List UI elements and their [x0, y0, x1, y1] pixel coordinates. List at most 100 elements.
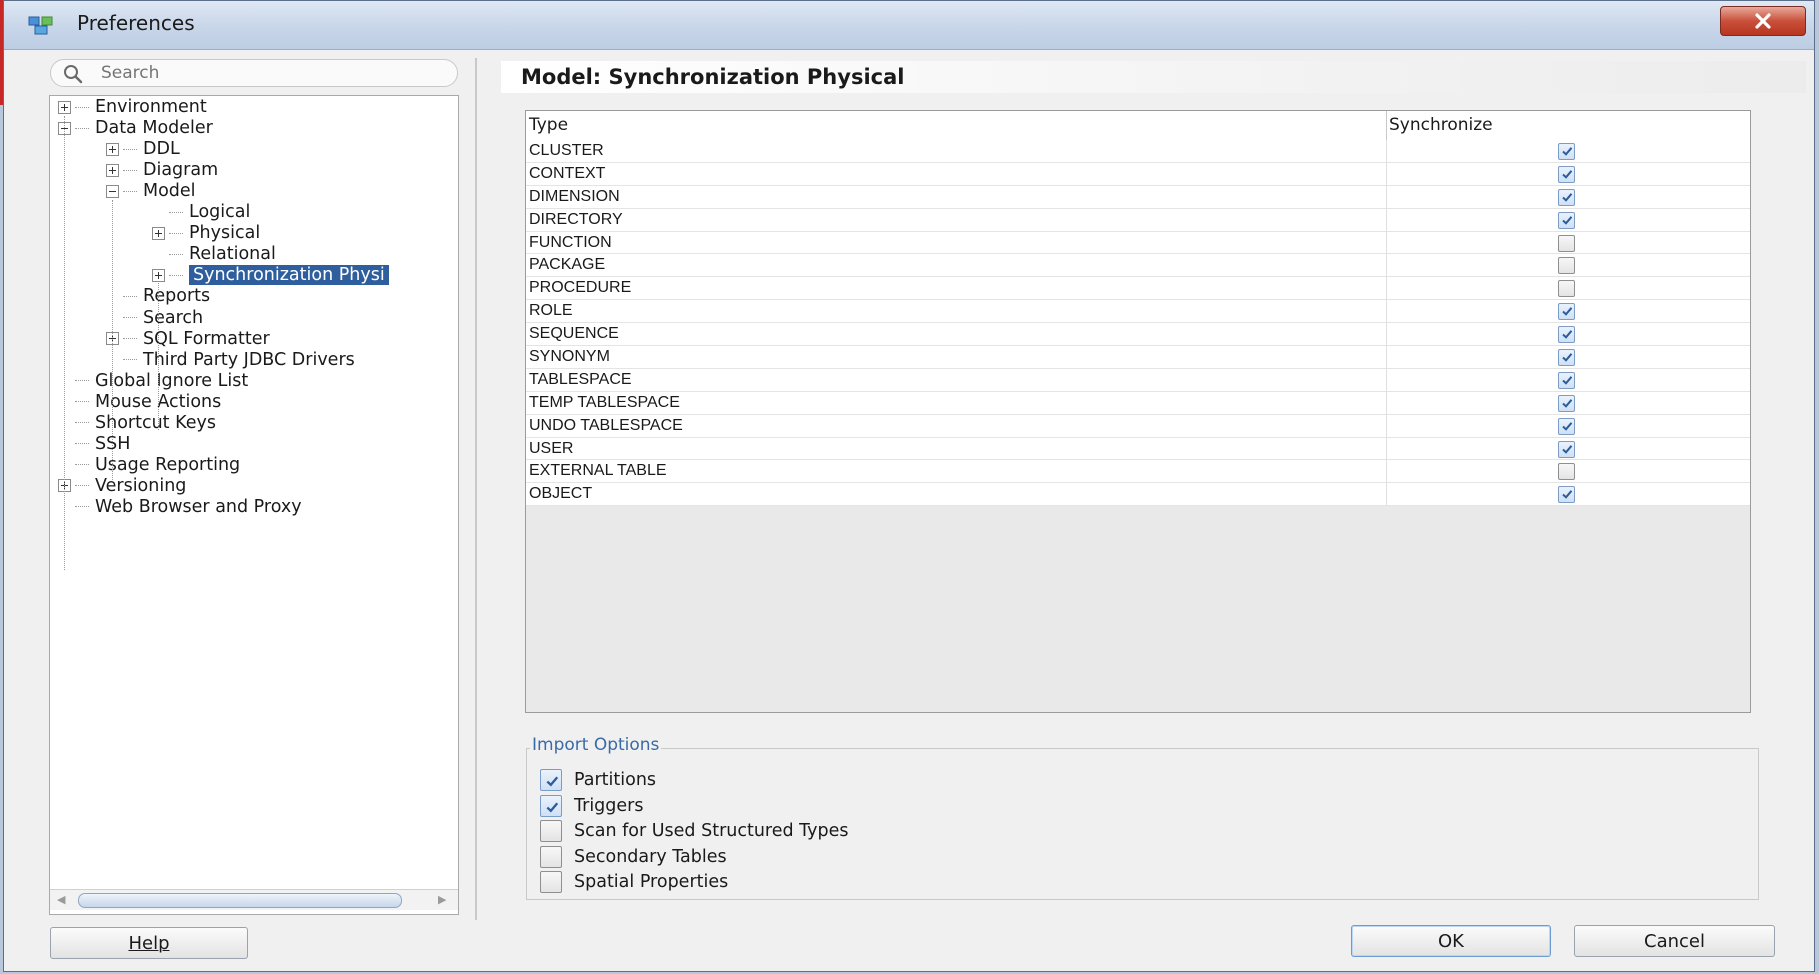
- table-row[interactable]: EXTERNAL TABLE: [526, 460, 1750, 484]
- synchronize-checkbox[interactable]: [1558, 188, 1575, 206]
- type-cell: USER: [529, 439, 574, 457]
- panel-divider[interactable]: [475, 58, 477, 920]
- import-option-partitions[interactable]: Partitions: [540, 769, 656, 791]
- tree-item-ssh[interactable]: SSH: [58, 433, 130, 455]
- tree-connector: [123, 148, 137, 150]
- tree-item-synchronization-physi[interactable]: Synchronization Physi: [152, 264, 389, 286]
- expand-icon[interactable]: [58, 100, 71, 114]
- ok-button[interactable]: OK: [1351, 925, 1551, 957]
- import-option-triggers[interactable]: Triggers: [540, 794, 643, 817]
- table-row[interactable]: DIMENSION: [526, 185, 1750, 209]
- synchronize-checkbox[interactable]: [1558, 394, 1575, 412]
- table-row[interactable]: PACKAGE: [526, 254, 1750, 278]
- tree-item-third-party-jdbc-drivers[interactable]: Third Party JDBC Drivers: [106, 349, 355, 371]
- tree-item-environment[interactable]: Environment: [58, 96, 207, 118]
- tree-connector: [123, 359, 137, 361]
- table-row[interactable]: OBJECT: [526, 483, 1750, 507]
- option-checkbox[interactable]: [540, 871, 562, 894]
- option-label: Scan for Used Structured Types: [574, 821, 849, 842]
- table-row[interactable]: UNDO TABLESPACE: [526, 414, 1750, 438]
- tree-horizontal-scrollbar[interactable]: ◀ ▶: [50, 889, 458, 910]
- table-row[interactable]: SYNONYM: [526, 346, 1750, 369]
- table-row[interactable]: TEMP TABLESPACE: [526, 391, 1750, 415]
- table-header: Type Synchronize: [526, 111, 1750, 141]
- synchronize-checkbox[interactable]: [1558, 440, 1575, 458]
- type-cell: SYNONYM: [529, 348, 610, 366]
- table-row[interactable]: CLUSTER: [526, 140, 1750, 163]
- type-cell: PACKAGE: [529, 256, 606, 274]
- synchronize-checkbox[interactable]: [1558, 234, 1575, 252]
- checkmark-icon: [546, 802, 559, 813]
- synchronize-checkbox[interactable]: [1558, 349, 1575, 367]
- synchronize-checkbox[interactable]: [1558, 326, 1575, 344]
- synchronize-checkbox[interactable]: [1558, 257, 1575, 275]
- scrollbar-thumb[interactable]: [78, 893, 402, 908]
- cell-divider: [1386, 437, 1387, 460]
- tree-item-global-ignore-list[interactable]: Global Ignore List: [58, 370, 248, 392]
- import-option-scan-for-used-structured-types[interactable]: Scan for Used Structured Types: [540, 820, 849, 843]
- expand-icon[interactable]: [152, 226, 165, 240]
- tree-item-web-browser-and-proxy[interactable]: Web Browser and Proxy: [58, 496, 302, 518]
- tree-connector: [169, 211, 183, 213]
- synchronize-checkbox[interactable]: [1558, 280, 1575, 298]
- column-divider[interactable]: [1386, 111, 1387, 140]
- close-button[interactable]: [1720, 6, 1806, 36]
- table-row[interactable]: TABLESPACE: [526, 368, 1750, 392]
- column-header-type[interactable]: Type: [529, 115, 568, 135]
- synchronize-checkbox[interactable]: [1558, 165, 1575, 183]
- tree-item-versioning[interactable]: Versioning: [58, 475, 186, 497]
- synchronize-checkbox[interactable]: [1558, 303, 1575, 321]
- synchronize-checkbox[interactable]: [1558, 211, 1575, 229]
- option-checkbox[interactable]: [540, 820, 562, 843]
- cell-divider: [1386, 140, 1387, 162]
- expand-icon[interactable]: [106, 163, 119, 177]
- search-input[interactable]: [101, 62, 441, 84]
- scroll-right-icon[interactable]: ▶: [438, 893, 446, 906]
- expand-icon[interactable]: [106, 142, 119, 156]
- tree-item-relational[interactable]: Relational: [152, 243, 276, 265]
- synchronize-checkbox[interactable]: [1558, 143, 1575, 160]
- option-label: Spatial Properties: [574, 872, 729, 893]
- search-box[interactable]: [50, 59, 458, 87]
- table-row[interactable]: CONTEXT: [526, 162, 1750, 186]
- table-body: CLUSTER CONTEXT DIMENSION DIRECTORY FUNCTION…: [526, 140, 1750, 507]
- tree-item-sql-formatter[interactable]: SQL Formatter: [106, 328, 270, 350]
- expand-icon[interactable]: [152, 268, 165, 282]
- column-header-synchronize[interactable]: Synchronize: [1389, 115, 1493, 135]
- option-checkbox[interactable]: [540, 794, 562, 817]
- tree-connector: [123, 190, 137, 192]
- option-checkbox[interactable]: [540, 845, 562, 868]
- help-button[interactable]: Help: [50, 927, 248, 959]
- cancel-button[interactable]: Cancel: [1574, 925, 1775, 957]
- tree-item-shortcut-keys[interactable]: Shortcut Keys: [58, 412, 216, 434]
- tree-item-mouse-actions[interactable]: Mouse Actions: [58, 391, 221, 413]
- synchronize-checkbox[interactable]: [1558, 371, 1575, 389]
- table-row[interactable]: PROCEDURE: [526, 277, 1750, 301]
- table-row[interactable]: SEQUENCE: [526, 323, 1750, 347]
- tree-item-diagram[interactable]: Diagram: [106, 159, 218, 181]
- option-checkbox[interactable]: [540, 769, 562, 791]
- table-row[interactable]: ROLE: [526, 300, 1750, 324]
- tree-item-physical[interactable]: Physical: [152, 222, 260, 244]
- synchronize-checkbox[interactable]: [1558, 463, 1575, 481]
- tree-item-search[interactable]: Search: [106, 307, 203, 329]
- import-option-spatial-properties[interactable]: Spatial Properties: [540, 871, 729, 894]
- tree-item-logical[interactable]: Logical: [152, 201, 250, 223]
- tree-item-data-modeler[interactable]: Data Modeler: [58, 117, 213, 139]
- synchronize-checkbox[interactable]: [1558, 417, 1575, 435]
- table-row[interactable]: USER: [526, 437, 1750, 461]
- checkmark-icon: [1562, 421, 1573, 431]
- tree-item-model[interactable]: Model: [106, 180, 196, 202]
- table-row[interactable]: FUNCTION: [526, 231, 1750, 255]
- preferences-app-icon: [28, 16, 53, 35]
- synchronize-checkbox[interactable]: [1558, 486, 1575, 504]
- collapse-icon[interactable]: [106, 184, 119, 198]
- tree-connector: [75, 485, 89, 487]
- type-cell: ROLE: [529, 302, 573, 320]
- tree-item-label: Logical: [189, 202, 251, 223]
- tree-item-usage-reporting[interactable]: Usage Reporting: [58, 454, 240, 476]
- import-option-secondary-tables[interactable]: Secondary Tables: [540, 845, 727, 868]
- table-row[interactable]: DIRECTORY: [526, 208, 1750, 232]
- tree-item-ddl[interactable]: DDL: [106, 138, 180, 160]
- scroll-left-icon[interactable]: ◀: [57, 893, 65, 906]
